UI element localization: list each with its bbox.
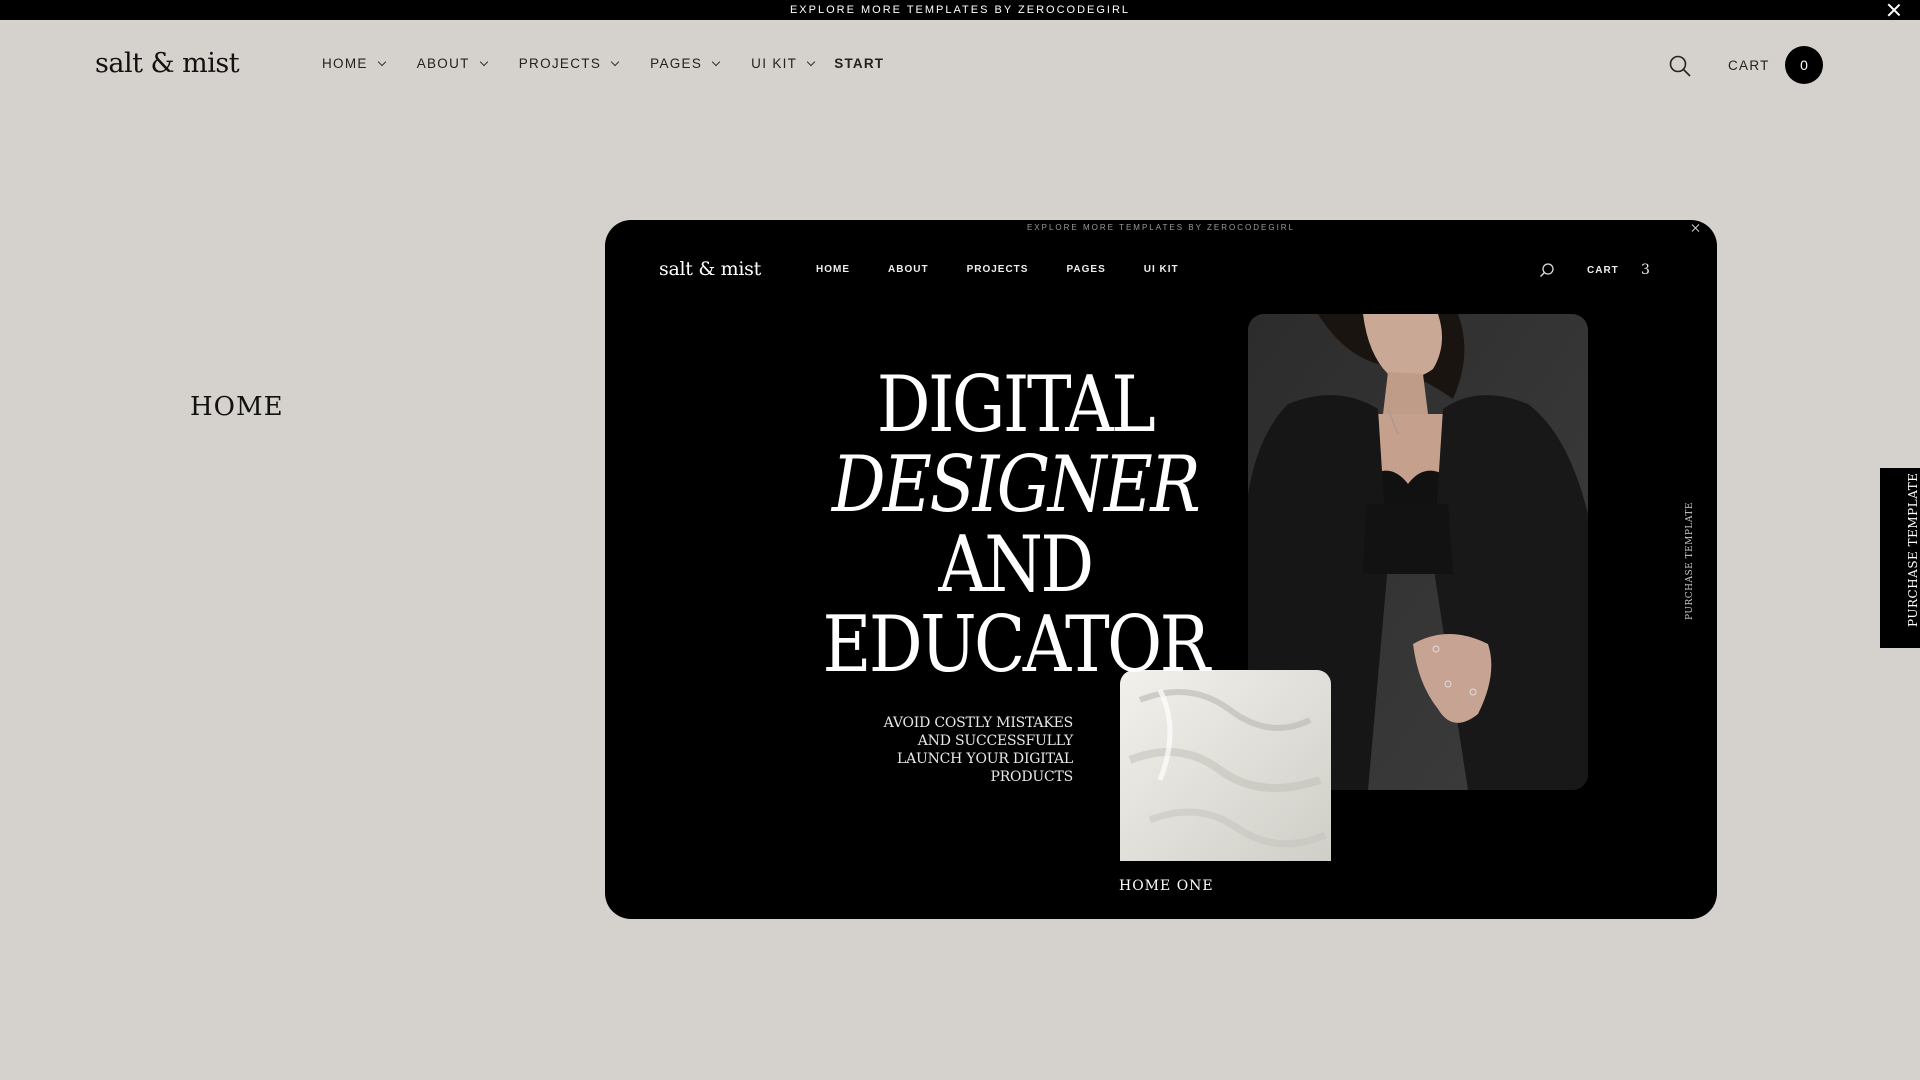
- nav-item-about[interactable]: ABOUT: [416, 56, 488, 71]
- site-logo[interactable]: salt & mist: [95, 48, 240, 79]
- nav-label: ABOUT: [416, 56, 470, 71]
- announcement-text[interactable]: EXPLORE MORE TEMPLATES BY ZEROCODEGIRL: [790, 4, 1130, 16]
- headline-line3: EDUCATOR: [822, 600, 1211, 690]
- close-icon[interactable]: [1886, 2, 1902, 18]
- purchase-template-tab[interactable]: PURCHASE TEMPLATE: [1880, 468, 1920, 648]
- nav-item-pages[interactable]: PAGES: [650, 56, 721, 71]
- site-header: salt & mist HOME ABOUT PROJECTS PAGES UI…: [0, 20, 1920, 108]
- nav-item-projects[interactable]: PROJECTS: [518, 56, 620, 71]
- headline-line2: AND: [938, 520, 1094, 610]
- chevron-down-icon: [610, 57, 620, 66]
- main-nav: HOME ABOUT PROJECTS PAGES UI KIT START: [322, 56, 884, 71]
- cart-count-badge[interactable]: 0: [1785, 46, 1823, 84]
- preview-announcement: EXPLORE MORE TEMPLATES BY ZEROCODEGIRL: [1026, 223, 1296, 232]
- chevron-down-icon: [479, 57, 488, 66]
- cart-link[interactable]: CART: [1728, 58, 1770, 73]
- preview-caption: HOME ONE: [1119, 878, 1214, 894]
- nav-label: UI KIT: [751, 56, 798, 71]
- nav-item-home[interactable]: HOME: [322, 56, 386, 71]
- nav-label: PAGES: [650, 56, 703, 71]
- preview-cart-count: 3: [1641, 262, 1650, 278]
- preview-nav-item: PAGES: [1066, 264, 1106, 275]
- nav-item-start[interactable]: START: [834, 56, 884, 71]
- template-preview-card[interactable]: EXPLORE MORE TEMPLATES BY ZEROCODEGIRL s…: [605, 220, 1717, 919]
- headline-italic: DESIGNER: [831, 440, 1201, 530]
- preview-vertical-label: PURCHASE TEMPLATE: [1685, 502, 1695, 620]
- purchase-template-label: PURCHASE TEMPLATE: [1906, 472, 1920, 628]
- announcement-bar: EXPLORE MORE TEMPLATES BY ZEROCODEGIRL: [0, 0, 1920, 20]
- preview-logo: salt & mist: [659, 258, 761, 280]
- chevron-down-icon: [377, 57, 386, 66]
- chevron-down-icon: [806, 57, 816, 66]
- headline-line1: DIGITAL: [876, 360, 1156, 450]
- preview-nav-item: HOME: [816, 264, 850, 275]
- close-icon: [1691, 223, 1701, 233]
- preview-nav-item: ABOUT: [888, 264, 929, 275]
- section-title: HOME: [190, 392, 284, 422]
- preview-headline: DIGITAL DESIGNER AND EDUCATOR: [757, 365, 1273, 685]
- preview-nav: HOME ABOUT PROJECTS PAGES UI KIT: [816, 264, 1217, 275]
- search-icon: [1539, 262, 1555, 278]
- nav-label: START: [834, 56, 885, 71]
- cream-texture-image: [1120, 670, 1331, 861]
- preview-nav-item: UI KIT: [1143, 264, 1179, 275]
- preview-nav-item: PROJECTS: [966, 264, 1029, 275]
- search-icon[interactable]: [1668, 54, 1692, 78]
- preview-cart-label: CART: [1587, 265, 1619, 276]
- chevron-down-icon: [711, 57, 721, 66]
- nav-label: HOME: [322, 56, 368, 71]
- nav-item-ui-kit[interactable]: UI KIT: [751, 56, 816, 71]
- nav-label: PROJECTS: [518, 56, 602, 71]
- preview-subtext: AVOID COSTLY MISTAKES AND SUCCESSFULLY L…: [883, 715, 1074, 785]
